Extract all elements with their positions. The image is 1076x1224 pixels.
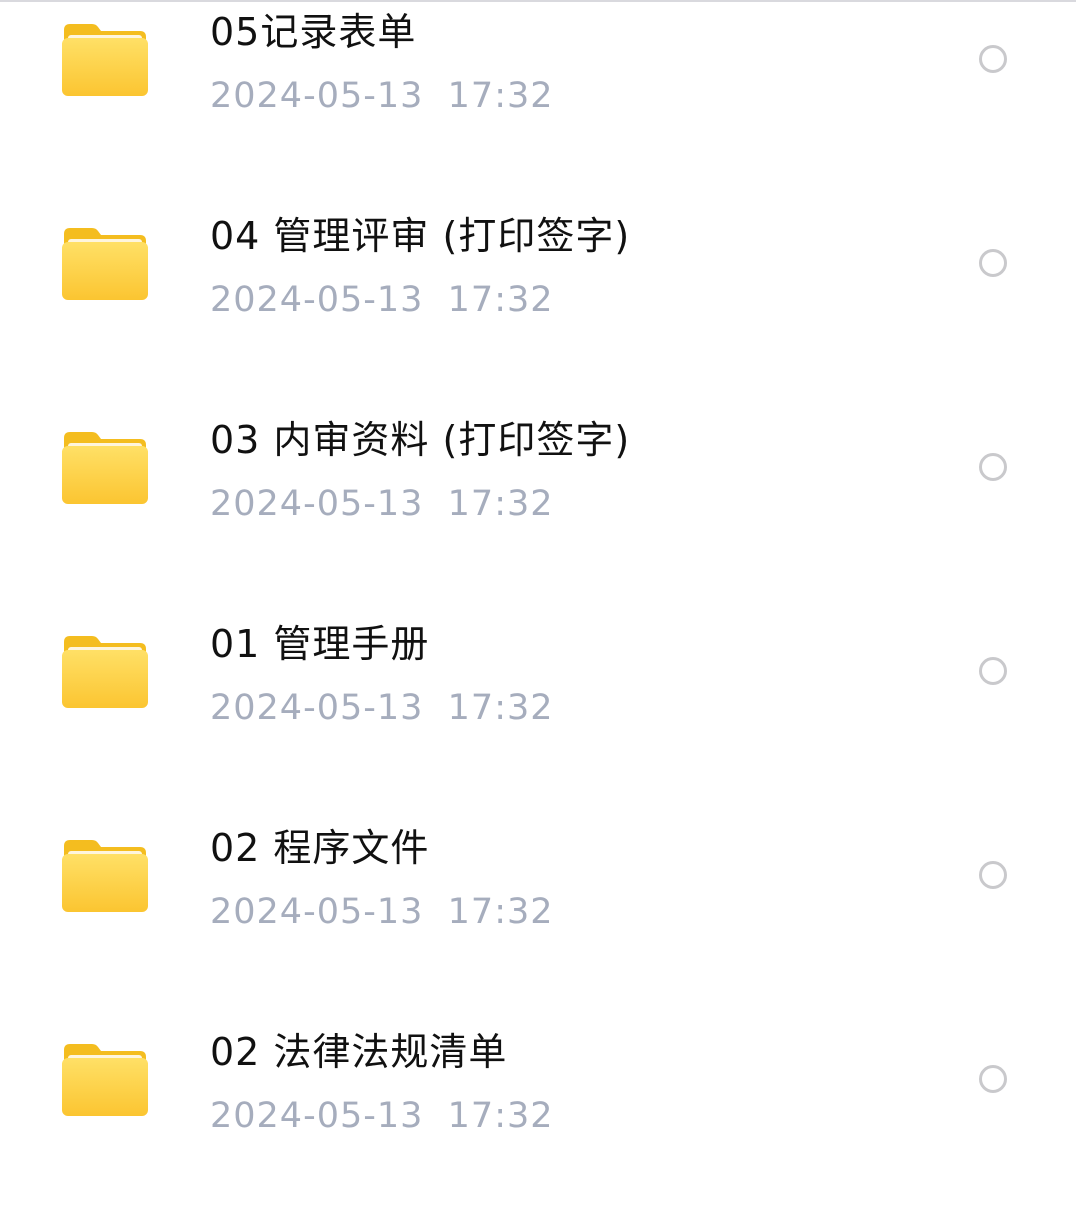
- folder-icon: [60, 224, 150, 304]
- file-date: 2024-05-13 17:32: [210, 892, 554, 932]
- list-item[interactable]: 05记录表单 2024-05-13 17:32: [0, 0, 1076, 204]
- select-radio-button[interactable]: [979, 657, 1007, 685]
- file-name: 02 程序文件: [210, 826, 430, 870]
- select-radio-button[interactable]: [979, 861, 1007, 889]
- folder-icon: [60, 1040, 150, 1120]
- folder-icon: [60, 20, 150, 100]
- select-radio-button[interactable]: [979, 453, 1007, 481]
- file-name: 04 管理评审 (打印签字): [210, 214, 631, 258]
- list-item[interactable]: 02 程序文件 2024-05-13 17:32: [0, 816, 1076, 1020]
- file-name: 01 管理手册: [210, 622, 430, 666]
- select-radio-button[interactable]: [979, 1065, 1007, 1093]
- select-radio-button[interactable]: [979, 45, 1007, 73]
- list-item[interactable]: 01 管理手册 2024-05-13 17:32: [0, 612, 1076, 816]
- folder-icon: [60, 836, 150, 916]
- file-date: 2024-05-13 17:32: [210, 76, 554, 116]
- file-date: 2024-05-13 17:32: [210, 688, 554, 728]
- list-item[interactable]: 03 内审资料 (打印签字) 2024-05-13 17:32: [0, 408, 1076, 612]
- folder-icon: [60, 632, 150, 712]
- file-date: 2024-05-13 17:32: [210, 484, 554, 524]
- list-item[interactable]: 04 管理评审 (打印签字) 2024-05-13 17:32: [0, 204, 1076, 408]
- folder-icon: [60, 428, 150, 508]
- file-name: 03 内审资料 (打印签字): [210, 418, 631, 462]
- select-radio-button[interactable]: [979, 249, 1007, 277]
- file-name: 05记录表单: [210, 10, 417, 54]
- list-item[interactable]: 02 法律法规清单 2024-05-13 17:32: [0, 1020, 1076, 1224]
- file-date: 2024-05-13 17:32: [210, 1096, 554, 1136]
- file-name: 02 法律法规清单: [210, 1030, 508, 1074]
- file-date: 2024-05-13 17:32: [210, 280, 554, 320]
